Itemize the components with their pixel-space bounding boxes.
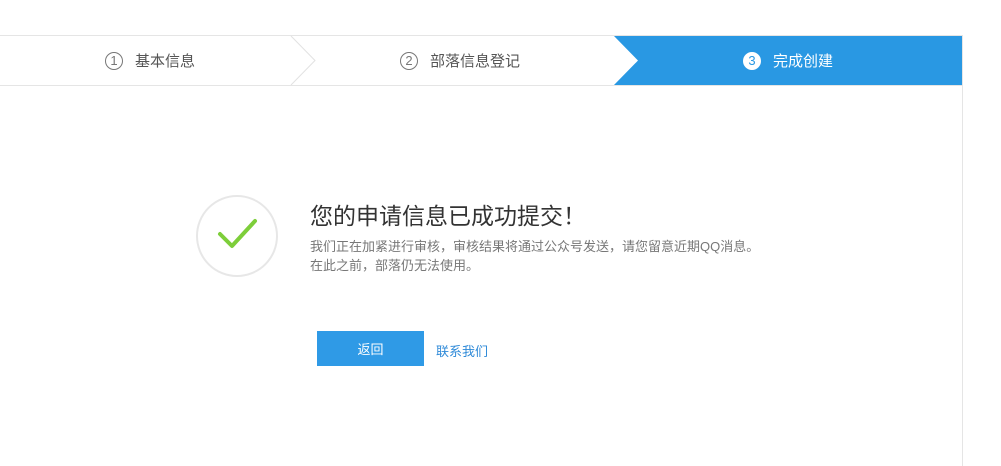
step-complete: 3 完成创建	[614, 36, 962, 85]
back-button[interactable]: 返回	[317, 331, 424, 366]
success-description: 我们正在加紧进行审核，审核结果将通过公众号发送，请您留意近期QQ消息。 在此之前…	[310, 237, 780, 275]
step-basic-info: 1 基本信息	[0, 36, 300, 85]
check-icon	[218, 219, 257, 248]
step-tribe-registration: 2 部落信息登记	[300, 36, 620, 85]
step-number-badge: 1	[104, 51, 123, 70]
step-label: 基本信息	[134, 53, 195, 70]
create-tribe-panel: 1 基本信息 2 部落信息登记 3 完成创建 您的申请信息已成功提交！ 我们正在…	[0, 35, 963, 466]
step-number-badge: 3	[742, 51, 761, 70]
description-line: 我们正在加紧进行审核，审核结果将通过公众号发送，请您留意近期QQ消息。	[310, 239, 760, 254]
step-label: 完成创建	[772, 53, 833, 70]
success-badge	[196, 195, 278, 277]
step-progress-bar: 1 基本信息 2 部落信息登记 3 完成创建	[0, 35, 962, 86]
step-number-badge: 2	[399, 51, 418, 70]
success-title: 您的申请信息已成功提交！	[310, 203, 586, 229]
description-line: 在此之前，部落仍无法使用。	[310, 258, 480, 273]
contact-us-link[interactable]: 联系我们	[436, 341, 488, 360]
step-label: 部落信息登记	[429, 53, 520, 70]
